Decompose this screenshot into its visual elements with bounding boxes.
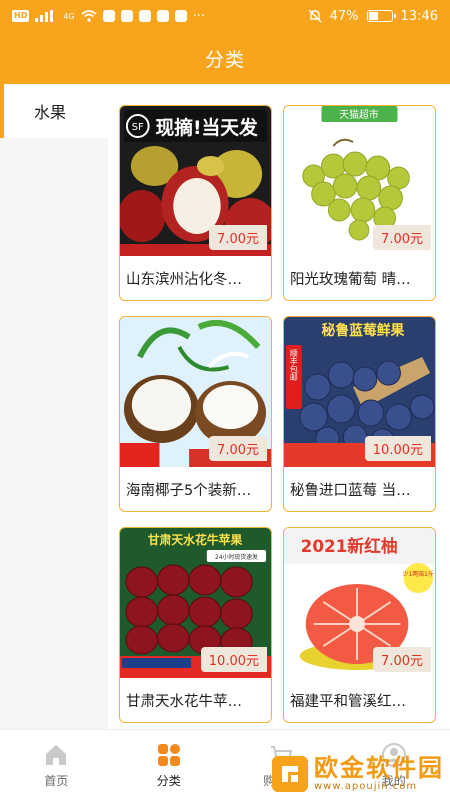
price-tag: 7.00元 <box>209 225 267 250</box>
status-bar: HD 4G ··· 47% 13:46 <box>0 0 450 32</box>
product-title-text: 海南椰子5个装新… <box>126 482 252 499</box>
product-image-apple: 甘肃天水花牛苹果 24小时现货速发 10.00元 <box>120 528 271 678</box>
pomelo-banner: 2021新红柚 <box>301 536 398 556</box>
product-title-text: 山东滨州沾化冬… <box>126 271 242 288</box>
product-image-grape: 天猫超市 7.00元 <box>284 106 435 256</box>
price-tag: 7.00元 <box>209 436 267 461</box>
product-title-text: 福建平和管溪红… <box>290 693 406 710</box>
product-image-pomelo: 2021新红柚 少1两赔1斤 7.00元 <box>284 528 435 678</box>
app-notification-icon <box>156 10 169 22</box>
page-header: 分类 <box>0 32 450 84</box>
wifi-icon <box>81 10 97 22</box>
price-tag: 7.00元 <box>373 647 431 672</box>
banner-text: 现摘!当天发 <box>156 116 258 139</box>
product-title-text: 甘肃天水花牛苹… <box>126 693 242 710</box>
product-image-jujube: SF 现摘!当天发 7.00元 <box>120 106 271 256</box>
tab-label: 分类 <box>156 773 181 788</box>
apple-banner: 甘肃天水花牛苹果 <box>148 533 243 547</box>
tmall-banner: 天猫超市 <box>339 108 379 121</box>
network-type-label: 4G <box>63 11 75 21</box>
app-notification-icon <box>174 10 187 22</box>
app-notification-icon <box>102 10 115 22</box>
product-title: 秘鲁进口蓝莓 当… <box>284 467 435 511</box>
category-sidebar: 水果 <box>0 84 108 729</box>
free-shipping-badge: 顺丰包邮 <box>289 349 298 382</box>
guarantee-badge: 少1两赔1斤 <box>403 570 434 578</box>
battery-level <box>368 12 379 20</box>
product-card[interactable]: 秘鲁蓝莓鲜果 顺丰包邮 10.00元 秘鲁进口蓝莓 当… <box>283 316 436 512</box>
sf-badge: SF <box>132 122 144 133</box>
page-title: 分类 <box>204 48 245 71</box>
product-title: 福建平和管溪红… <box>284 678 435 722</box>
cellular-signal-icon <box>35 10 54 22</box>
category-icon <box>157 743 180 766</box>
battery-icon <box>366 10 396 22</box>
product-title-text: 秘鲁进口蓝莓 当… <box>290 482 411 499</box>
watermark-url: www.apoujin.com <box>314 781 418 792</box>
blueberry-banner: 秘鲁蓝莓鲜果 <box>322 322 405 339</box>
product-image-blueberry: 秘鲁蓝莓鲜果 顺丰包邮 10.00元 <box>284 317 435 467</box>
watermark-text: 欧金软件园 <box>314 754 444 782</box>
price-tag: 10.00元 <box>200 647 267 672</box>
app-notification-icon <box>138 10 151 22</box>
tab-label: 首页 <box>44 773 69 788</box>
clock: 13:46 <box>400 8 438 24</box>
product-title: 海南椰子5个装新… <box>120 467 271 511</box>
more-notifications-icon: ··· <box>192 8 206 24</box>
battery-percent: 47% <box>329 8 359 24</box>
product-card[interactable]: 7.00元 海南椰子5个装新… <box>119 316 272 512</box>
price-tag: 7.00元 <box>373 225 431 250</box>
product-title: 山东滨州沾化冬… <box>120 256 271 300</box>
tab-category[interactable]: 分类 <box>113 730 226 800</box>
price-tag: 10.00元 <box>364 436 431 461</box>
home-icon <box>46 744 67 765</box>
app-notification-icon <box>120 10 133 22</box>
product-card[interactable]: SF 现摘!当天发 7.00元 山东滨州沾化冬… <box>119 105 272 301</box>
product-grid: SF 现摘!当天发 7.00元 山东滨州沾化冬… 天猫超市 7.00元 阳光玫瑰… <box>108 84 450 729</box>
mute-bell-icon <box>308 9 322 23</box>
product-title: 甘肃天水花牛苹… <box>120 678 271 722</box>
product-card[interactable]: 天猫超市 7.00元 阳光玫瑰葡萄 晴… <box>283 105 436 301</box>
product-card[interactable]: 2021新红柚 少1两赔1斤 7.00元 福建平和管溪红… <box>283 527 436 723</box>
tab-home[interactable]: 首页 <box>0 730 113 800</box>
apple-subbanner: 24小时现货速发 <box>215 553 258 561</box>
product-title-text: 阳光玫瑰葡萄 晴… <box>290 271 411 288</box>
product-card[interactable]: 甘肃天水花牛苹果 24小时现货速发 10.00元 甘肃天水花牛苹… <box>119 527 272 723</box>
sidebar-item-label: 水果 <box>34 103 67 122</box>
sidebar-item-fruit[interactable]: 水果 <box>0 84 108 138</box>
product-title: 阳光玫瑰葡萄 晴… <box>284 256 435 300</box>
product-image-coconut: 7.00元 <box>120 317 271 467</box>
watermark-logo-icon <box>272 755 308 792</box>
hd-indicator: HD <box>12 10 30 22</box>
watermark: 欧金软件园 www.apoujin.com <box>272 755 444 792</box>
